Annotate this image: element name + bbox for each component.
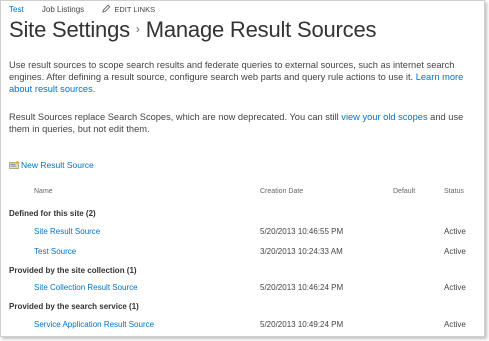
group-header-site-collection: Provided by the site collection (1) (9, 266, 137, 275)
group-header-search-service: Provided by the search service (1) (9, 302, 139, 311)
deprecation-text-start: Result Sources replace Search Scopes, wh… (9, 112, 342, 122)
status-value: Active (444, 227, 466, 236)
status-value: Active (444, 320, 466, 329)
status-value: Active (444, 247, 466, 256)
breadcrumb-site-settings[interactable]: Site Settings (9, 17, 130, 42)
new-item-icon (9, 161, 19, 169)
group-header-site: Defined for this site (2) (9, 209, 96, 218)
result-source-link[interactable]: Test Source (34, 247, 76, 256)
page-heading: Manage Result Sources (145, 17, 377, 42)
edit-links-label: EDIT LINKS (114, 5, 156, 14)
creation-date: 3/20/2013 10:24:33 AM (260, 247, 343, 256)
description-paragraph: Use result sources to scope search resul… (9, 59, 479, 95)
deprecation-note: Result Sources replace Search Scopes, wh… (9, 111, 479, 135)
creation-date: 5/20/2013 10:49:24 PM (260, 320, 344, 329)
new-result-source-button[interactable]: New Result Source (9, 160, 94, 170)
nav-link-job-listings[interactable]: Job Listings (42, 5, 84, 14)
result-source-link[interactable]: Service Application Result Source (34, 320, 154, 329)
nav-link-test[interactable]: Test (9, 5, 24, 14)
result-source-link[interactable]: Site Result Source (34, 227, 100, 236)
status-value: Active (444, 283, 466, 292)
column-header-default[interactable]: Default (393, 188, 415, 195)
new-result-source-label: New Result Source (21, 160, 94, 170)
breadcrumb-separator-icon: › (135, 22, 140, 36)
column-header-status[interactable]: Status (444, 188, 464, 195)
description-text: Use result sources to scope search resul… (9, 60, 455, 82)
pencil-icon (102, 4, 111, 13)
column-header-creation-date[interactable]: Creation Date (260, 188, 303, 195)
column-header-name[interactable]: Name (34, 188, 53, 195)
page-frame: Test Job Listings EDIT LINKS Site Settin… (0, 0, 485, 337)
creation-date: 5/20/2013 10:46:55 PM (260, 227, 344, 236)
creation-date: 5/20/2013 10:46:24 PM (260, 283, 344, 292)
edit-links-button[interactable]: EDIT LINKS (102, 4, 156, 14)
result-source-link[interactable]: Site Collection Result Source (34, 283, 138, 292)
view-old-scopes-link[interactable]: view your old scopes (341, 112, 427, 122)
top-navigation: Test Job Listings EDIT LINKS (9, 4, 155, 16)
page-title: Site Settings › Manage Result Sources (9, 17, 377, 43)
